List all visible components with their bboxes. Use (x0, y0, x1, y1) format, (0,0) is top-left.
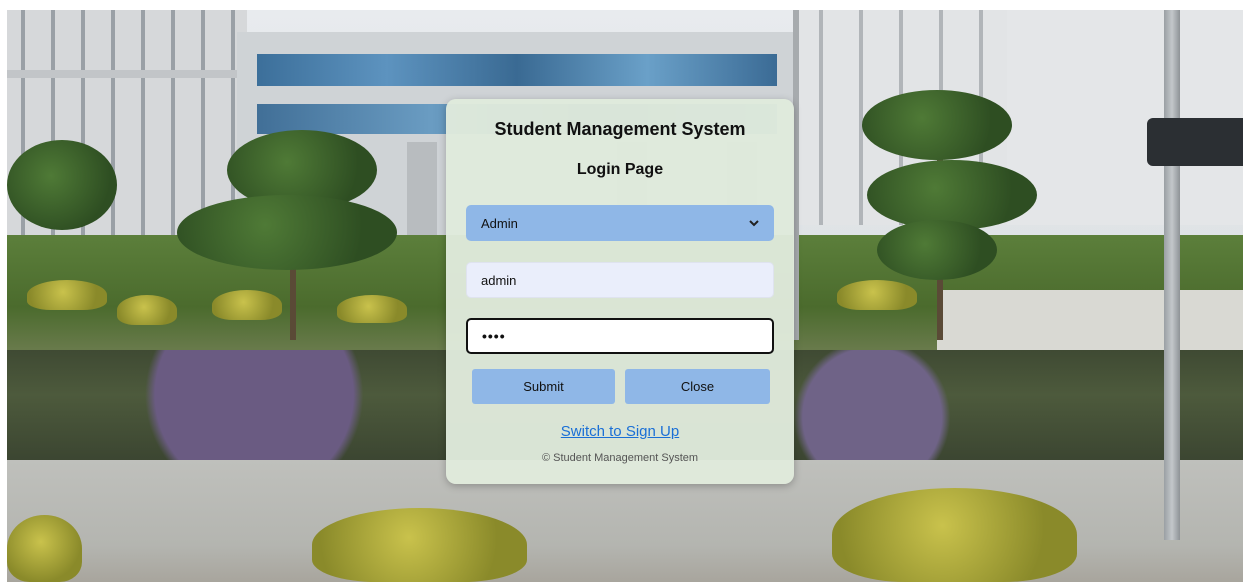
close-button[interactable]: Close (625, 369, 770, 404)
login-screen: Student Management System Login Page Adm… (0, 0, 1243, 582)
password-input[interactable]: •••• (466, 318, 774, 354)
username-value: admin (481, 272, 517, 288)
tree (7, 140, 117, 230)
role-select[interactable]: Admin (466, 205, 774, 241)
role-select-value: Admin (481, 215, 518, 231)
username-input[interactable]: admin (466, 262, 774, 298)
submit-button[interactable]: Submit (472, 369, 615, 404)
walkway (937, 290, 1243, 350)
street-sign (1147, 118, 1243, 166)
password-value: •••• (482, 328, 506, 344)
tree (177, 195, 397, 270)
page-subtitle: Login Page (576, 161, 664, 178)
shrub (312, 508, 527, 582)
app-title: Student Management System (494, 119, 746, 139)
footer-copyright: © Student Management System (541, 452, 699, 464)
switch-to-signup-link[interactable]: Switch to Sign Up (446, 423, 794, 440)
sign-pole (1164, 10, 1180, 540)
shrub (7, 515, 82, 582)
tree (877, 220, 997, 280)
login-card: Student Management System Login Page Adm… (446, 99, 794, 484)
tree (862, 90, 1012, 160)
tree (867, 160, 1037, 230)
chevron-down-icon (749, 216, 759, 230)
shrub (832, 488, 1077, 582)
